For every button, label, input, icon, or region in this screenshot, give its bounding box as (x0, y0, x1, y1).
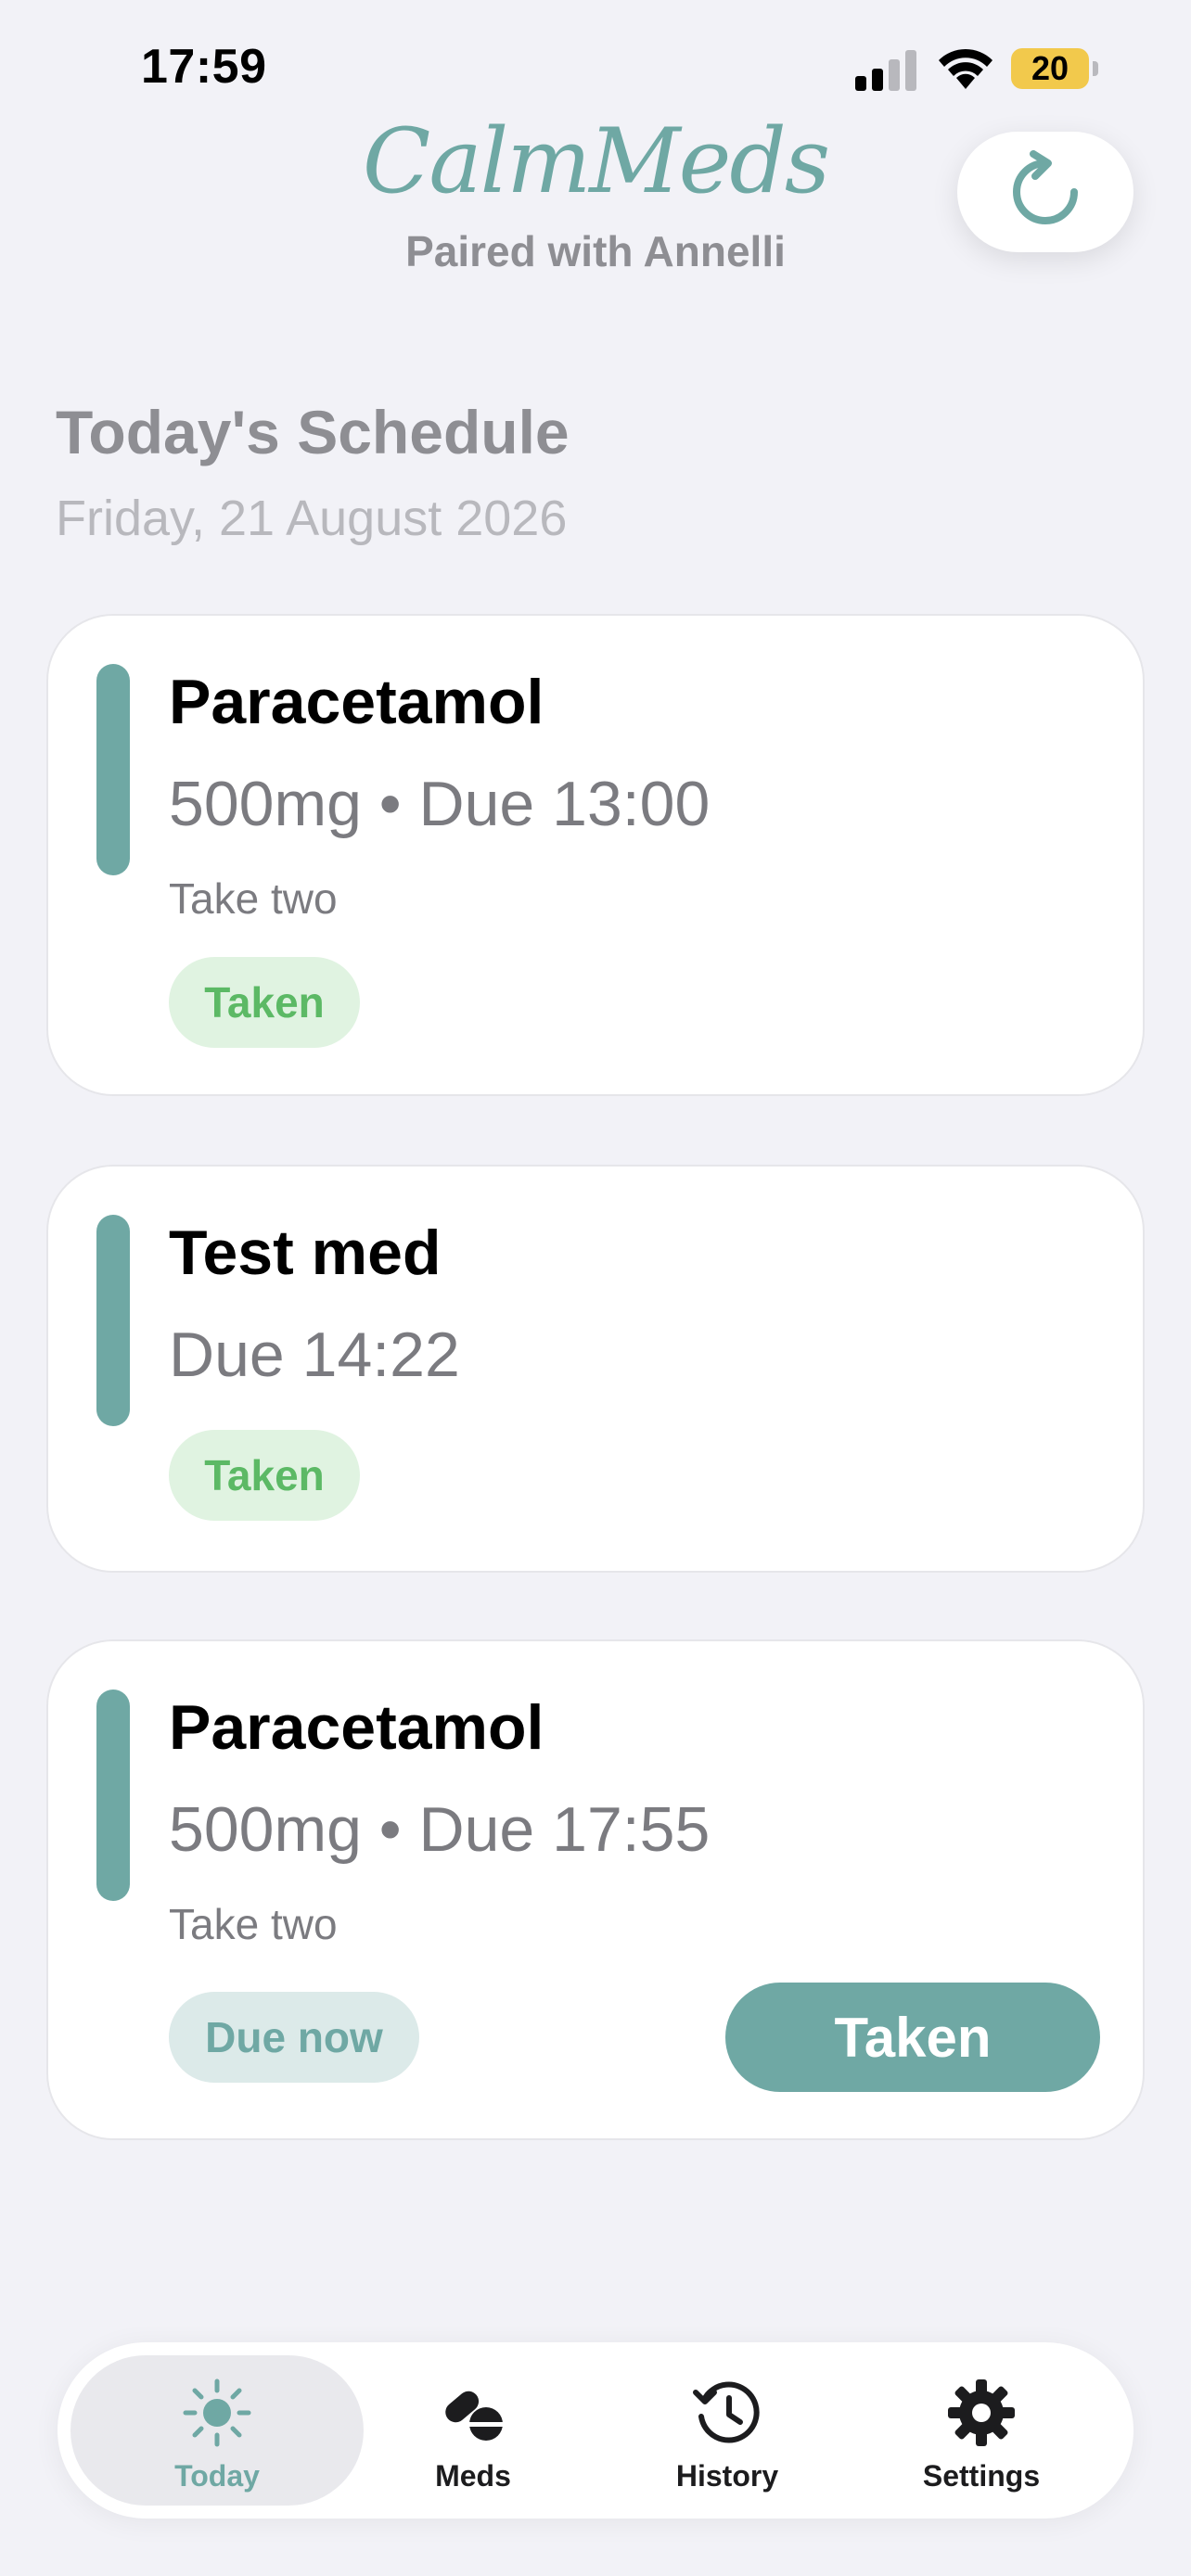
tab-meds[interactable]: Meds (327, 2355, 620, 2506)
tab-bar: Today Meds History Settings (58, 2342, 1133, 2519)
med-name: Paracetamol (169, 1692, 544, 1763)
mark-taken-button[interactable]: Taken (725, 1983, 1100, 2092)
sun-icon (183, 2378, 251, 2447)
med-note: Take two (169, 1900, 338, 1948)
tab-label: Meds (435, 2459, 511, 2493)
status-badge: Taken (169, 1430, 360, 1521)
med-dose-time: 500mg • Due 13:00 (169, 769, 711, 839)
tab-history[interactable]: History (581, 2355, 874, 2506)
tab-label: History (675, 2459, 779, 2493)
med-dose-time: 500mg • Due 17:55 (169, 1794, 711, 1865)
pills-icon (445, 2391, 505, 2441)
battery-indicator: 20 (1011, 48, 1089, 89)
med-card: Test med Due 14:22 Taken (46, 1165, 1145, 1573)
status-badge-due: Due now (169, 1992, 419, 2083)
wifi-icon (939, 48, 992, 89)
refresh-icon (1013, 150, 1078, 224)
card-accent-bar (96, 664, 130, 875)
schedule-title: Today's Schedule (56, 398, 570, 466)
refresh-button[interactable] (957, 132, 1133, 252)
tab-settings[interactable]: Settings (835, 2355, 1128, 2506)
med-note: Take two (169, 874, 338, 923)
status-time: 17:59 (141, 40, 267, 94)
med-card: Paracetamol 500mg • Due 13:00 Take two T… (46, 614, 1145, 1096)
tab-label: Today (174, 2459, 260, 2493)
history-icon (693, 2381, 760, 2443)
schedule-date: Friday, 21 August 2026 (56, 491, 568, 546)
med-dose-time: Due 14:22 (169, 1320, 460, 1390)
card-accent-bar (96, 1215, 130, 1426)
gear-icon (948, 2379, 1015, 2446)
status-badge: Taken (169, 957, 360, 1048)
med-card: Paracetamol 500mg • Due 17:55 Take two D… (46, 1639, 1145, 2140)
med-name: Test med (169, 1218, 442, 1288)
cellular-signal-icon (855, 50, 916, 91)
tab-label: Settings (922, 2459, 1041, 2493)
med-name: Paracetamol (169, 667, 544, 737)
tab-today[interactable]: Today (70, 2355, 364, 2506)
battery-tip (1093, 61, 1098, 76)
card-accent-bar (96, 1690, 130, 1901)
